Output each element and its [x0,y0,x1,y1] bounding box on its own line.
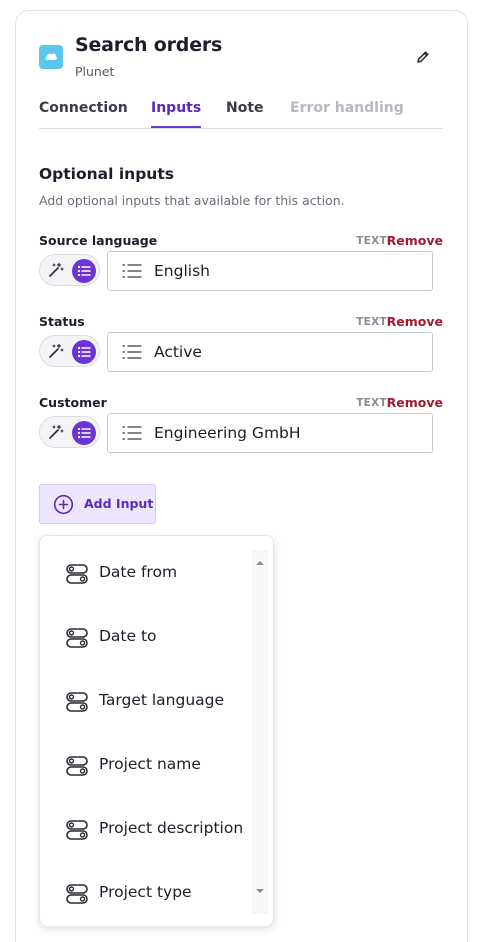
list-icon [122,345,142,359]
select-value: Active [154,343,202,361]
action-title: Search orders [75,34,223,56]
toggle-input-icon [66,756,88,776]
pencil-icon [417,51,429,63]
list-mode-button[interactable] [72,340,96,364]
remove-button[interactable]: Remove [387,233,443,248]
app-name: Plunet [75,64,115,79]
list-mode-button[interactable] [72,421,96,445]
dropdown-item-label: Project type [99,883,192,901]
field-type-badge: TEXT [356,397,387,409]
select-value: English [154,262,210,280]
dropdown-item-date-from[interactable]: Date from [40,563,252,627]
field-status: Status TEXT Remove Active [39,314,443,394]
remove-button[interactable]: Remove [387,395,443,410]
plus-circle-icon [53,494,74,515]
list-icon [77,346,91,358]
toggle-input-icon [66,692,88,712]
dropdown-item-project-type[interactable]: Project type [40,883,252,926]
tab-connection[interactable]: Connection [39,100,128,128]
plunet-app-icon [39,45,63,69]
add-input-dropdown: Date from Date to Target language Projec… [39,535,274,927]
toggle-input-icon [66,820,88,840]
tab-error-handling[interactable]: Error handling [290,100,404,128]
toggle-input-icon [66,884,88,904]
field-type-badge: TEXT [356,316,387,328]
status-select[interactable]: Active [107,332,433,372]
dropdown-scrollbar[interactable] [252,550,268,914]
list-icon [77,427,91,439]
magic-wand-icon[interactable] [48,343,64,359]
scroll-down-icon[interactable] [253,886,267,896]
dropdown-item-label: Date from [99,563,178,581]
remove-button[interactable]: Remove [387,314,443,329]
customer-select[interactable]: Engineering GmbH [107,413,433,453]
list-icon [122,264,142,278]
tab-note[interactable]: Note [226,100,264,128]
list-mode-button[interactable] [72,259,96,283]
input-mode-toggle [39,416,100,448]
dropdown-item-target-language[interactable]: Target language [40,691,252,755]
field-source-language: Source language TEXT Remove English [39,233,443,313]
field-label: Customer [39,395,107,410]
add-input-label: Add Input [84,496,154,511]
section-title: Optional inputs [39,165,174,183]
field-type-badge: TEXT [356,235,387,247]
section-description: Add optional inputs that available for t… [39,193,345,208]
field-label: Status [39,314,85,329]
edit-button[interactable] [410,44,436,70]
dropdown-item-label: Date to [99,627,157,645]
source-language-select[interactable]: English [107,251,433,291]
dropdown-item-project-name[interactable]: Project name [40,755,252,819]
dropdown-item-label: Project name [99,755,201,773]
toggle-input-icon [66,628,88,648]
list-icon [122,426,142,440]
dropdown-item-label: Project description [99,819,244,837]
tab-inputs[interactable]: Inputs [151,100,202,128]
scroll-up-icon[interactable] [253,558,267,568]
add-input-button[interactable]: Add Input [39,484,156,524]
input-mode-toggle [39,254,100,286]
select-value: Engineering GmbH [154,424,301,442]
dropdown-item-date-to[interactable]: Date to [40,627,252,691]
field-customer: Customer TEXT Remove Engineering GmbH [39,395,443,475]
toggle-input-icon [66,564,88,584]
input-mode-toggle [39,335,100,367]
dropdown-item-label: Target language [99,691,225,709]
list-icon [77,265,91,277]
magic-wand-icon[interactable] [48,262,64,278]
magic-wand-icon[interactable] [48,424,64,440]
dropdown-item-project-description[interactable]: Project description [40,819,252,883]
tab-bar: Connection Inputs Note Error handling [39,100,443,129]
field-label: Source language [39,233,158,248]
